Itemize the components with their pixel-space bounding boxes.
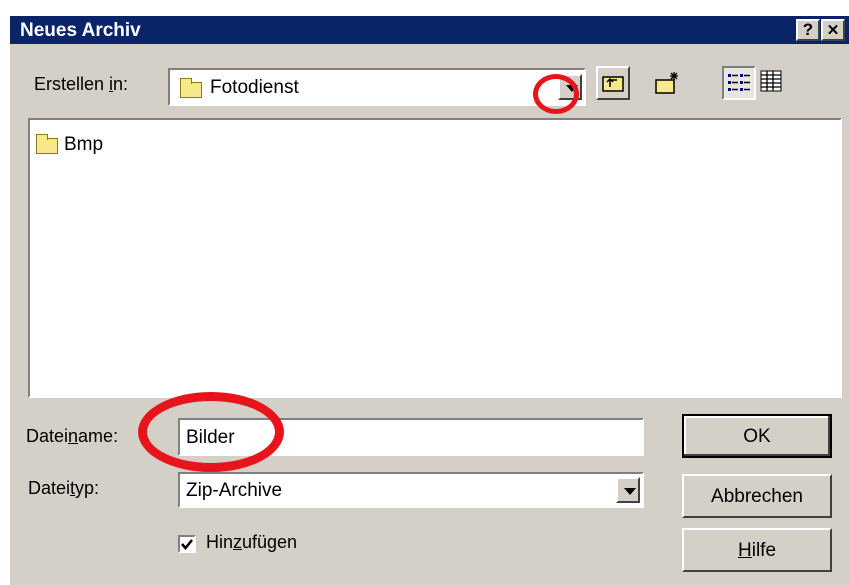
cancel-button-label: Abbrechen <box>711 486 803 507</box>
question-mark-icon: ? <box>802 20 814 39</box>
list-item-label: Bmp <box>64 134 104 155</box>
folder-icon <box>180 78 202 98</box>
help-button[interactable]: Hilfe <box>682 528 832 572</box>
list-view-button[interactable] <box>722 66 756 100</box>
add-option[interactable]: Hinzufügen <box>178 532 358 558</box>
dialog-title: Neues Archiv <box>20 20 141 41</box>
filename-field[interactable]: Bilder <box>178 418 644 456</box>
file-list[interactable]: Bmp <box>28 118 842 398</box>
help-button-label: Hilfe <box>737 540 777 561</box>
help-title-button[interactable]: ? <box>796 19 820 41</box>
filetype-combobox[interactable]: Zip-Archive <box>178 472 644 508</box>
filetype-dropdown-button[interactable] <box>616 477 640 503</box>
up-one-level-icon <box>602 76 624 92</box>
add-checkbox[interactable] <box>178 535 196 553</box>
location-value: Fotodienst <box>210 77 299 98</box>
ok-button[interactable]: OK <box>682 414 832 458</box>
details-view-button[interactable] <box>756 66 790 100</box>
title-bar[interactable]: Neues Archiv ? ✕ <box>10 16 849 44</box>
checkmark-icon <box>181 539 193 550</box>
add-option-label: Hinzufügen <box>206 532 298 552</box>
filetype-value: Zip-Archive <box>186 480 283 501</box>
filetype-label: Dateityp: <box>28 478 100 498</box>
close-button[interactable]: ✕ <box>821 19 845 41</box>
close-icon: ✕ <box>826 22 840 39</box>
location-dropdown-button[interactable] <box>558 74 582 100</box>
location-combobox[interactable]: Fotodienst <box>168 68 586 106</box>
cancel-button[interactable]: Abbrechen <box>682 474 832 518</box>
filename-value: Bilder <box>186 427 235 448</box>
filename-label: Dateiname: <box>26 426 119 446</box>
new-folder-button[interactable] <box>650 66 684 100</box>
location-label: Erstellen in: <box>34 74 129 94</box>
ok-button-label: OK <box>743 426 771 447</box>
new-folder-icon <box>655 72 678 94</box>
up-one-level-button[interactable] <box>596 66 630 100</box>
folder-icon <box>36 134 58 154</box>
new-archive-dialog: Neues Archiv ? ✕ Erstellen in: Fotodiens… <box>8 14 849 585</box>
details-view-icon <box>760 70 782 92</box>
list-view-icon <box>728 74 750 91</box>
